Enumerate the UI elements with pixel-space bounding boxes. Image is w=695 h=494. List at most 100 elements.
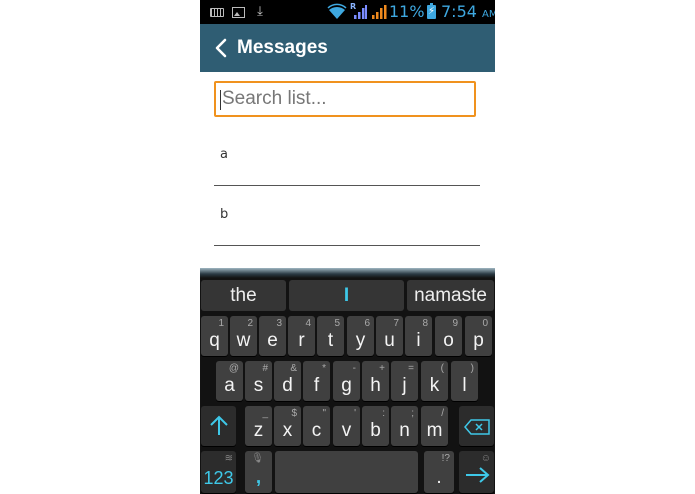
key-label: n [399, 420, 410, 441]
enter-key[interactable]: ☺ [459, 451, 494, 493]
key-alt: 9 [452, 318, 458, 329]
key-k[interactable]: (k [421, 361, 448, 401]
battery-percent: 11% [389, 2, 425, 21]
key-label: m [426, 420, 443, 441]
key-alt: ) [470, 363, 474, 374]
key-l[interactable]: ) l [451, 361, 478, 401]
key-label: r [298, 330, 305, 351]
key-f[interactable]: * f [303, 361, 330, 401]
key-alt: / [441, 408, 444, 419]
clock: 7:54 AM [441, 1, 495, 26]
key-alt: : [382, 408, 385, 419]
key-alt: !? [441, 453, 450, 464]
keyboard-top-edge [200, 268, 495, 278]
key-label: u [384, 330, 395, 351]
key-y[interactable]: 6y [347, 316, 374, 356]
soft-keyboard: the I namaste 1q 2w 3e 4r 5t 6y 7u 8i 9o… [200, 268, 495, 494]
key-m[interactable]: / m [421, 406, 448, 446]
key-alt: ; [411, 408, 414, 419]
page-title: Messages [237, 37, 328, 58]
list-item[interactable]: b [214, 188, 480, 246]
key-h[interactable]: + h [362, 361, 389, 401]
text-cursor [220, 90, 221, 110]
key-alt: " [322, 408, 326, 419]
back-chevron-icon[interactable] [212, 38, 232, 58]
suggestion-chip[interactable]: namaste [407, 280, 494, 311]
key-alt: + [379, 363, 385, 374]
clock-time: 7:54 [441, 2, 477, 21]
key-label: a [224, 375, 235, 396]
key-label: l [462, 375, 467, 396]
key-o[interactable]: 9o [435, 316, 462, 356]
key-label: e [267, 330, 278, 351]
key-alt: 4 [305, 318, 311, 329]
key-u[interactable]: 7u [376, 316, 403, 356]
backspace-key[interactable] [459, 406, 494, 446]
key-label: c [311, 420, 322, 441]
signal-icon [372, 5, 387, 19]
key-alt: 6 [364, 318, 370, 329]
key-label: d [282, 375, 293, 396]
backspace-icon [464, 419, 490, 435]
key-label: s [253, 375, 264, 396]
key-alt: 1 [218, 318, 224, 329]
key-b[interactable]: :b [362, 406, 389, 446]
key-g[interactable]: -g [333, 361, 360, 401]
suggestion-chip[interactable]: the [201, 280, 286, 311]
microphone-icon: 🎙 [251, 453, 264, 464]
key-x[interactable]: $ x [274, 406, 301, 446]
key-i[interactable]: 8i [405, 316, 432, 356]
key-c[interactable]: " c [303, 406, 330, 446]
list-item-label: a [220, 147, 228, 162]
key-r[interactable]: 4r [288, 316, 315, 356]
key-label: i [416, 330, 421, 351]
key-alt: # [262, 363, 268, 374]
key-alt: 0 [482, 318, 488, 329]
key-alt: _ [262, 408, 268, 419]
key-label: x [282, 420, 293, 441]
key-w[interactable]: 2w [230, 316, 257, 356]
suggestion-chip[interactable]: I [289, 280, 404, 311]
key-label: 123 [203, 468, 234, 488]
key-v[interactable]: ' v [333, 406, 360, 446]
key-d[interactable]: & d [274, 361, 301, 401]
emoji-icon: ☺ [480, 453, 491, 464]
key-alt: ' [354, 408, 356, 419]
key-alt: 8 [422, 318, 428, 329]
enter-arrow-icon [466, 467, 490, 483]
keyboard-icon [210, 5, 224, 19]
signal-icon [354, 5, 367, 19]
key-label: g [341, 375, 352, 396]
status-bar: ⤓ R 11% ⚡ 7:54 AM [200, 0, 495, 24]
key-p[interactable]: 0p [465, 316, 492, 356]
image-icon [231, 5, 245, 19]
key-q[interactable]: 1q [201, 316, 228, 356]
key-e[interactable]: 3e [259, 316, 286, 356]
key-n[interactable]: ; n [391, 406, 418, 446]
wifi-icon [327, 3, 347, 19]
key-a[interactable]: @ a [216, 361, 243, 401]
download-icon: ⤓ [257, 4, 263, 19]
list-item[interactable]: a [214, 128, 480, 186]
battery-charging-icon: ⚡ [427, 3, 436, 19]
action-bar: Messages [200, 24, 495, 72]
shift-key[interactable] [201, 406, 236, 446]
key-label: . [436, 467, 442, 488]
search-input[interactable] [214, 81, 476, 117]
comma-key[interactable]: 🎙 , [245, 451, 272, 493]
key-label: z [253, 420, 264, 441]
space-key[interactable] [275, 451, 418, 493]
key-t[interactable]: 5t [317, 316, 344, 356]
key-alt: = [408, 363, 414, 374]
key-label: k [429, 375, 440, 396]
key-z[interactable]: _ z [245, 406, 272, 446]
key-label: w [236, 330, 251, 351]
key-j[interactable]: = j [391, 361, 418, 401]
period-key[interactable]: !? . [424, 451, 454, 493]
key-s[interactable]: # s [245, 361, 272, 401]
key-label: b [370, 420, 381, 441]
key-label: t [327, 330, 334, 351]
key-alt: * [322, 363, 326, 374]
symbols-key[interactable]: ≋ 123 [201, 451, 236, 493]
key-label: j [402, 375, 407, 396]
